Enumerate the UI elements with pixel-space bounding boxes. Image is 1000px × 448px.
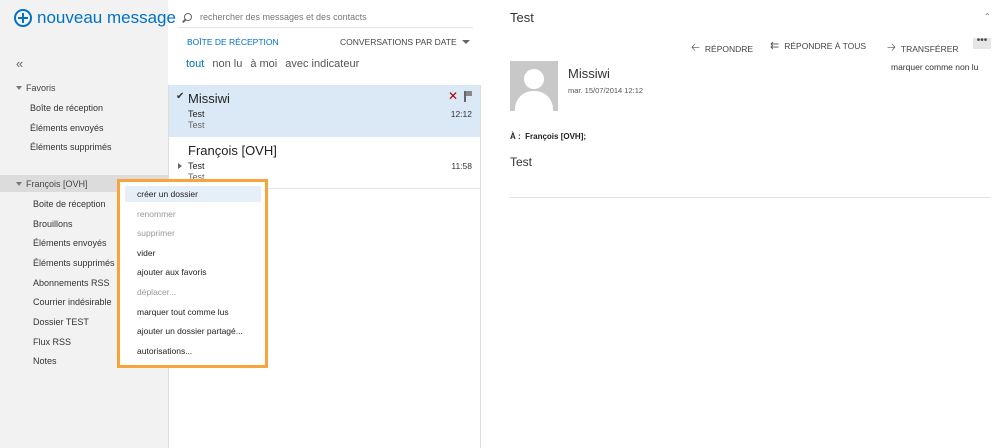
forward-arrow-icon: 🡢	[887, 42, 896, 54]
avatar-head-shape	[524, 69, 544, 89]
menu-item-add-to-favorites[interactable]: ajouter aux favoris	[137, 267, 206, 277]
reply-all-arrow-icon: ⇇	[770, 40, 780, 52]
delete-icon[interactable]: ✕	[448, 89, 458, 103]
search-box[interactable]: rechercher des messages et des contacts	[178, 6, 473, 28]
collapse-header-icon[interactable]: ⌃	[984, 12, 991, 21]
search-placeholder: rechercher des messages et des contacts	[200, 11, 367, 22]
folder-item-sent[interactable]: Éléments envoyés	[33, 238, 107, 248]
menu-item-delete[interactable]: supprimer	[137, 228, 175, 238]
message-subject: Test	[188, 161, 205, 171]
chevron-down-icon	[461, 40, 470, 44]
flag-icon[interactable]	[464, 91, 472, 102]
folder-item-drafts[interactable]: Brouillons	[33, 219, 73, 229]
reply-arrow-icon: 🡠	[691, 42, 700, 54]
menu-item-add-shared-folder[interactable]: ajouter un dossier partagé...	[137, 326, 243, 336]
folder-item-junk[interactable]: Courrier indésirable	[33, 297, 112, 307]
filter-unread[interactable]: non lu	[212, 58, 242, 70]
message-time: 12:12	[450, 109, 472, 119]
new-message-button[interactable]: nouveau message	[14, 8, 176, 28]
avatar	[510, 61, 558, 111]
folder-item-inbox[interactable]: Boite de réception	[33, 199, 106, 209]
sort-dropdown[interactable]: CONVERSATIONS PAR DATE	[340, 37, 470, 47]
plus-circle-icon	[14, 9, 32, 27]
menu-item-rename[interactable]: renommer	[137, 209, 176, 219]
folder-title: BOÎTE DE RÉCEPTION	[187, 37, 279, 47]
search-icon	[184, 12, 192, 21]
mark-unread-link[interactable]: marquer comme non lu	[891, 62, 978, 72]
message-subject: Test	[188, 109, 205, 119]
menu-item-mark-all-read[interactable]: marquer tout comme lus	[137, 307, 229, 317]
filter-to-me[interactable]: à moi	[250, 58, 277, 70]
favorite-item-deleted[interactable]: Éléments supprimés	[30, 142, 112, 152]
message-body: Test	[510, 155, 533, 169]
folder-item-dossier-test[interactable]: Dossier TEST	[33, 317, 89, 327]
message-row[interactable]: ✔ Missiwi Test Test 12:12 ✕	[169, 85, 480, 137]
filter-all[interactable]: tout	[186, 58, 204, 70]
more-actions-button[interactable]: •••	[973, 36, 991, 49]
folder-context-menu: créer un dossier renommer supprimer vide…	[117, 179, 268, 368]
favorite-item-inbox[interactable]: Boîte de réception	[30, 103, 103, 113]
collapse-pane-icon[interactable]: «	[16, 56, 23, 71]
filter-bar: tout non lu à moi avec indicateur	[186, 58, 359, 70]
menu-item-move[interactable]: déplacer...	[137, 287, 176, 297]
message-sender: François [OVH]	[188, 143, 277, 158]
divider	[509, 197, 991, 198]
avatar-body-shape	[515, 91, 553, 111]
checkmark-icon[interactable]: ✔	[176, 91, 184, 102]
expand-triangle-icon	[16, 182, 22, 186]
recipient-name[interactable]: François [OVH];	[525, 132, 586, 141]
message-time: 11:58	[451, 161, 472, 171]
message-sender: Missiwi	[188, 91, 230, 106]
new-message-label: nouveau message	[37, 8, 176, 27]
menu-item-permissions[interactable]: autorisations...	[137, 346, 192, 356]
reply-all-button[interactable]: ⇇ RÉPONDRE À TOUS	[770, 39, 866, 52]
menu-item-create-folder[interactable]: créer un dossier	[137, 189, 198, 199]
favorites-header[interactable]: Favoris	[16, 83, 56, 93]
reading-pane-title: Test	[510, 10, 534, 25]
menu-item-empty[interactable]: vider	[137, 248, 155, 258]
to-label: À :	[510, 132, 521, 141]
folder-item-notes[interactable]: Notes	[33, 356, 57, 366]
folder-item-rss-subscriptions[interactable]: Abonnements RSS	[33, 278, 110, 288]
forward-button[interactable]: 🡢 TRANSFÉRER	[887, 39, 959, 58]
folder-item-deleted[interactable]: Éléments supprimés	[33, 258, 115, 268]
sent-date: mar. 15/07/2014 12:12	[568, 86, 644, 95]
expand-conversation-icon[interactable]	[178, 163, 182, 169]
sender-name[interactable]: Missiwi	[568, 66, 610, 81]
filter-flagged[interactable]: avec indicateur	[285, 58, 359, 70]
favorite-item-sent[interactable]: Éléments envoyés	[30, 123, 104, 133]
account-header[interactable]: François [OVH]	[16, 179, 88, 189]
reply-button[interactable]: 🡠 RÉPONDRE	[691, 39, 753, 58]
folder-item-rss-feeds[interactable]: Flux RSS	[33, 337, 71, 347]
expand-triangle-icon	[16, 86, 22, 90]
recipient-row: À : François [OVH];	[510, 132, 586, 141]
message-preview: Test	[188, 120, 205, 130]
